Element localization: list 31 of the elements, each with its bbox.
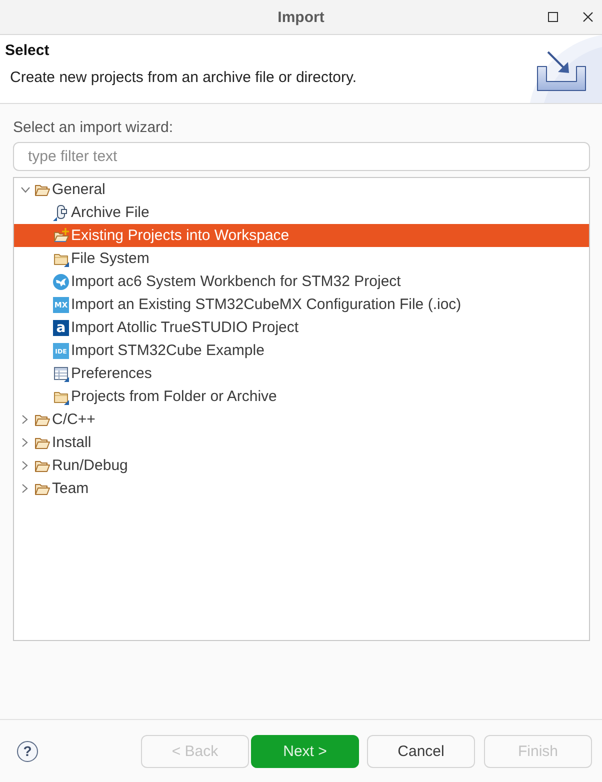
chevron-right-icon[interactable] (22, 415, 28, 424)
round-logo-icon (53, 274, 69, 290)
window-title: Import (278, 8, 324, 26)
chevron-right-icon[interactable] (22, 484, 28, 493)
page-description: Create new projects from an archive file or directory. (10, 69, 357, 87)
chevron-down-icon[interactable] (20, 186, 30, 192)
tree-item[interactable]: Team (14, 477, 589, 500)
tree-item[interactable]: Preferences (14, 362, 589, 385)
tree-item[interactable]: Run/Debug (14, 454, 589, 477)
help-button[interactable]: ? (17, 740, 38, 762)
maximize-icon[interactable] (548, 12, 558, 22)
chevron-right-icon[interactable] (22, 438, 28, 447)
wizard-button[interactable]: Cancel (367, 734, 475, 768)
tree-item[interactable]: General (14, 178, 589, 201)
archive-icon (53, 204, 69, 220)
tree-item[interactable]: a Import Atollic TrueSTUDIO Project (14, 316, 589, 339)
tree-item[interactable]: Archive File (14, 201, 589, 224)
filter-field[interactable]: type filter text (13, 142, 590, 171)
page-title: Select (5, 42, 50, 60)
wizard-label: Select an import wizard: (13, 119, 174, 137)
table-icon (53, 366, 69, 382)
chevron-right-icon[interactable] (22, 461, 28, 470)
tree-item[interactable]: Import ac6 System Workbench for STM32 Project (14, 270, 589, 293)
tree-item[interactable]: C/C++ (14, 408, 589, 431)
tree-item[interactable]: File System (14, 247, 589, 270)
close-icon[interactable] (583, 12, 593, 22)
tree-item[interactable]: Install (14, 431, 589, 454)
tree-item[interactable]: Existing Projects into Workspace (14, 224, 589, 247)
folder-plus-icon (53, 228, 69, 244)
tree-item[interactable]: Projects from Folder or Archive (14, 385, 589, 408)
logo-icon: a (53, 320, 69, 336)
